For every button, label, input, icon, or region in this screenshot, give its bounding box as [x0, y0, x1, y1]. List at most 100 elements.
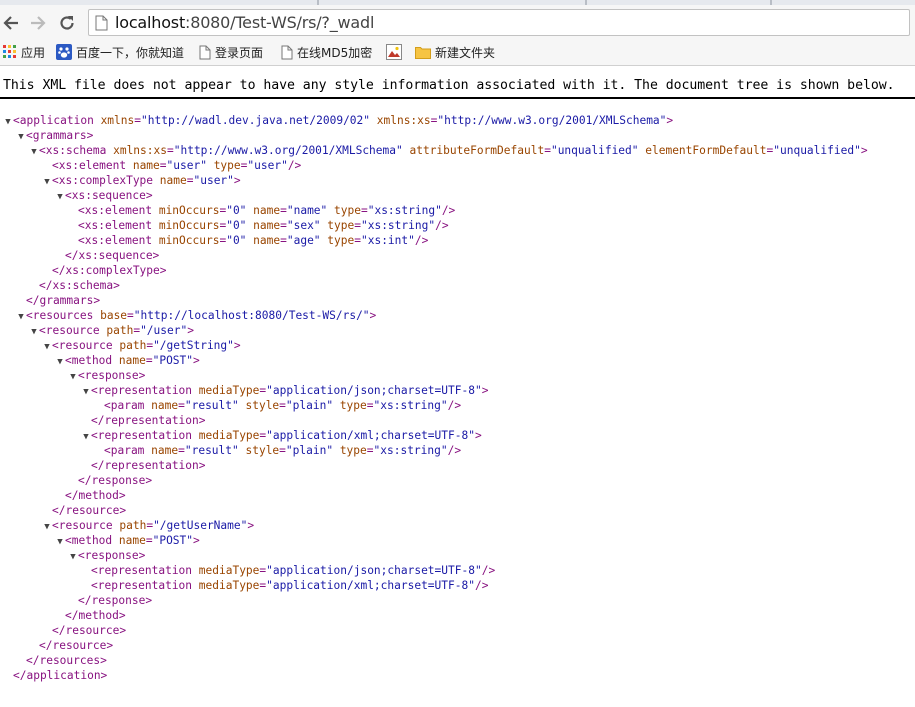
collapse-toggle-icon[interactable]: ▼ — [55, 535, 65, 550]
xml-line-content: <xs:complexType name="user"> — [52, 174, 241, 187]
xml-line: </method> — [55, 608, 126, 623]
bookmark-label: 百度一下，你就知道 — [76, 45, 185, 60]
arrow-right-icon — [31, 16, 46, 30]
bookmark-label: 登录页面 — [215, 45, 264, 60]
xml-line-content: </grammars> — [26, 294, 101, 307]
xml-line-content: </resource> — [39, 639, 114, 652]
xml-line: ▼ <method name="POST"> — [55, 353, 199, 370]
bookmark-label: 在线MD5加密 — [297, 45, 373, 60]
folder-icon — [415, 46, 431, 59]
xml-line-content: <resource path="/getUserName"> — [52, 519, 255, 532]
forward-button[interactable] — [27, 12, 49, 34]
xml-line: ▼ <xs:sequence> — [55, 188, 153, 205]
image-bookmark-icon — [386, 44, 402, 60]
xml-line: <xs:element minOccurs="0" name="age" typ… — [68, 233, 428, 248]
xml-line: </representation> — [81, 458, 206, 473]
url-path: :8080/Test-WS/rs/?_wadl — [185, 13, 375, 32]
xml-line: ▼ <resource path="/getUserName"> — [42, 518, 254, 533]
xml-line: </resource> — [42, 623, 126, 638]
arrow-left-icon — [3, 16, 18, 30]
back-button[interactable] — [0, 12, 22, 34]
xml-line-content: <representation mediaType="application/x… — [91, 579, 489, 592]
url-host: localhost — [115, 13, 186, 32]
xml-line-content: <xs:element minOccurs="0" name="name" ty… — [78, 204, 456, 217]
xml-line: ▼ <application xmlns="http://wadl.dev.jav… — [3, 113, 673, 128]
xml-line-content: </method> — [65, 489, 126, 502]
collapse-toggle-icon[interactable]: ▼ — [16, 310, 26, 325]
xml-line: </resource> — [42, 503, 126, 518]
xml-line: </xs:sequence> — [55, 248, 159, 263]
xml-line-content: </representation> — [91, 459, 206, 472]
xml-line: ▼ <grammars> — [16, 128, 93, 143]
xml-line-content: </xs:sequence> — [65, 249, 160, 262]
bookmark-label: 应用 — [21, 45, 46, 60]
xml-line-content: <response> — [78, 549, 146, 562]
bookmark-md5[interactable]: 在线MD5加密 — [281, 43, 372, 61]
xml-line: <xs:element name="user" type="user"/> — [42, 158, 301, 173]
xml-line: </resource> — [29, 638, 113, 653]
xml-line-content: <xs:sequence> — [65, 189, 153, 202]
collapse-toggle-icon[interactable]: ▼ — [16, 130, 26, 145]
xml-line-content: </resource> — [52, 504, 127, 517]
xml-line: ▼ <xs:complexType name="user"> — [42, 173, 241, 190]
xml-line-content: <application xmlns="http://wadl.dev.java… — [13, 114, 674, 127]
reload-icon — [60, 16, 74, 30]
xml-line-content: <param name="result" style="plain" type=… — [104, 444, 462, 457]
xml-line: </representation> — [81, 413, 206, 428]
xml-line: ▼ <method name="POST"> — [55, 533, 199, 550]
collapse-toggle-icon[interactable]: ▼ — [55, 190, 65, 205]
xml-line: <representation mediaType="application/x… — [81, 578, 488, 593]
bookmark-image[interactable] — [386, 43, 406, 61]
xml-line: ▼ <response> — [68, 368, 145, 383]
xml-line: ▼ <response> — [68, 548, 145, 563]
xml-line: </method> — [55, 488, 126, 503]
address-bar[interactable]: localhost:8080/Test-WS/rs/?_wadl — [88, 9, 910, 36]
document-icon — [199, 45, 211, 59]
xml-line-content: </xs:schema> — [39, 279, 120, 292]
xml-line-content: <resource path="/getString"> — [52, 339, 241, 352]
bookmark-new-folder[interactable]: 新建文件夹 — [415, 43, 495, 61]
collapse-toggle-icon[interactable]: ▼ — [55, 355, 65, 370]
xml-line: ▼ <representation mediaType="application/… — [81, 383, 488, 398]
xml-line-content: </xs:complexType> — [52, 264, 167, 277]
xml-line-content: </representation> — [91, 414, 206, 427]
xml-line: <representation mediaType="application/j… — [81, 563, 495, 578]
collapse-toggle-icon[interactable]: ▼ — [68, 370, 78, 385]
xml-line: </response> — [68, 593, 152, 608]
xml-line-content: <representation mediaType="application/j… — [91, 564, 496, 577]
collapse-toggle-icon[interactable]: ▼ — [42, 175, 52, 190]
reload-button[interactable] — [56, 12, 78, 34]
xml-line: ▼ <resource path="/getString"> — [42, 338, 241, 355]
bookmark-label: 新建文件夹 — [435, 45, 496, 60]
xml-line-content: <representation mediaType="application/j… — [91, 384, 489, 397]
xml-line-content: <grammars> — [26, 129, 94, 142]
xml-line-content: <xs:element name="user" type="user"/> — [52, 159, 302, 172]
url-text[interactable]: localhost:8080/Test-WS/rs/?_wadl — [115, 13, 374, 32]
xml-line: </xs:schema> — [29, 278, 120, 293]
xml-line-content: </response> — [78, 594, 153, 607]
xml-line-content: <response> — [78, 369, 146, 382]
collapse-toggle-icon[interactable]: ▼ — [42, 340, 52, 355]
xml-line-content: <xs:schema xmlns:xs="http://www.w3.org/2… — [39, 144, 868, 157]
collapse-toggle-icon[interactable]: ▼ — [81, 430, 91, 445]
collapse-toggle-icon[interactable]: ▼ — [68, 550, 78, 565]
xml-style-notice: This XML file does not appear to have an… — [3, 78, 895, 93]
xml-line-content: <xs:element minOccurs="0" name="sex" typ… — [78, 219, 449, 232]
collapse-toggle-icon[interactable]: ▼ — [81, 385, 91, 400]
xml-line-content: <resources base="http://localhost:8080/T… — [26, 309, 377, 322]
bookmark-login-page[interactable]: 登录页面 — [199, 43, 263, 61]
bookmark-baidu[interactable]: 百度一下，你就知道 — [56, 43, 184, 61]
xml-line: ▼ <resources base="http://localhost:8080/… — [16, 308, 376, 323]
xml-line: ▼ <xs:schema xmlns:xs="http://www.w3.org/… — [29, 143, 868, 160]
xml-line: </grammars> — [16, 293, 100, 308]
xml-line: <xs:element minOccurs="0" name="sex" typ… — [68, 218, 449, 233]
collapse-toggle-icon[interactable]: ▼ — [29, 145, 39, 160]
bookmark-apps[interactable]: 应用 — [3, 43, 45, 61]
collapse-toggle-icon[interactable]: ▼ — [3, 115, 13, 130]
collapse-toggle-icon[interactable]: ▼ — [29, 325, 39, 340]
xml-line-content: <xs:element minOccurs="0" name="age" typ… — [78, 234, 429, 247]
collapse-toggle-icon[interactable]: ▼ — [42, 520, 52, 535]
xml-line: </resources> — [16, 653, 107, 668]
xml-line-content: </application> — [13, 669, 108, 682]
notice-divider — [0, 97, 915, 99]
